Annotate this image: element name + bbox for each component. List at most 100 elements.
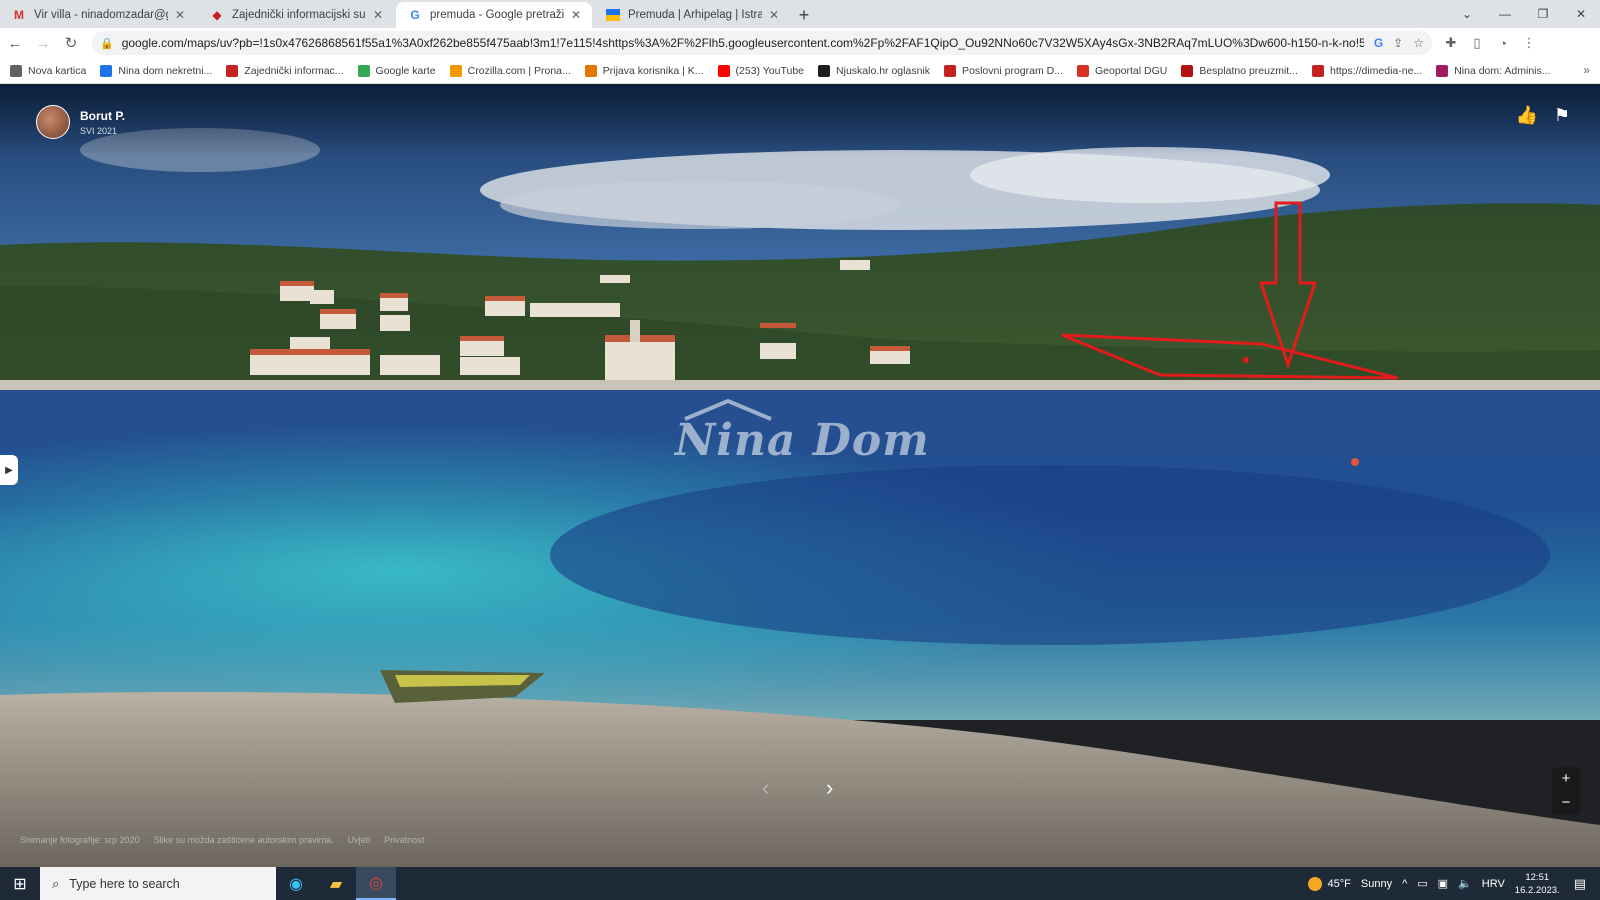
profile-icon[interactable]: ◔ (1490, 30, 1516, 56)
bookmark-item[interactable]: Crozilla.com | Prona... (449, 64, 571, 77)
photo-viewer[interactable]: Borut P. SVI 2021 👍 ⚑ Nina Dom ▶ ‹ › + −… (0, 85, 1600, 867)
bookmark-item[interactable]: (253) YouTube (717, 64, 804, 77)
chrome-icon[interactable]: ◎ (356, 867, 396, 900)
privacy-link[interactable]: Privatnost (384, 835, 424, 845)
minimize-icon[interactable]: — (1486, 0, 1524, 28)
reload-icon[interactable]: ↻ (58, 30, 84, 56)
weather-temp[interactable]: 45°F (1328, 878, 1351, 890)
flag-icon[interactable]: ⚑ (1554, 105, 1570, 126)
bookmark-favicon-icon (584, 64, 597, 77)
tab-google-search[interactable]: G premuda - Google pretraživanje ✕ (396, 2, 592, 28)
close-tab-icon[interactable]: ✕ (568, 8, 584, 22)
bookmarks-more-icon[interactable]: » (1583, 63, 1590, 77)
bookmark-label: Poslovni program D... (962, 64, 1063, 77)
windows-taskbar: ⊞ ⌕ Type here to search ◉ ▰ ◎ 45°F Sunny… (0, 867, 1600, 900)
photo-footer: Snimanje fotografije: srp 2020 Slike su … (20, 835, 438, 845)
author-name[interactable]: Borut P. (80, 109, 125, 123)
bookmark-label: Besplatno preuzmit... (1199, 64, 1298, 77)
bookmark-star-icon[interactable]: ☆ (1413, 36, 1424, 50)
bookmark-favicon-icon (717, 64, 730, 77)
tab-strip: M Vir villa - ninadomzadar@gmail.c ✕ ◆ Z… (0, 0, 1600, 28)
photo-author[interactable]: Borut P. SVI 2021 (36, 105, 125, 139)
photo-capture-date: Snimanje fotografije: srp 2020 (20, 835, 140, 845)
bookmark-label: Nina dom nekretni... (118, 64, 213, 77)
windows-start-icon[interactable]: ⊞ (0, 874, 40, 894)
zoom-out-button[interactable]: − (1552, 791, 1580, 815)
bookmark-item[interactable]: Poslovni program D... (944, 64, 1063, 77)
bookmark-favicon-icon (1181, 64, 1194, 77)
bookmark-label: Geoportal DGU (1094, 64, 1168, 77)
tab-arhipelag[interactable]: Premuda | Arhipelag | Istraži | Tu ✕ (594, 2, 790, 28)
share-icon[interactable]: ⇪ (1393, 36, 1403, 50)
forward-icon[interactable]: → (30, 30, 56, 56)
tab-search-icon[interactable]: ⌄ (1448, 0, 1486, 28)
back-icon[interactable]: ← (2, 30, 28, 56)
bookmark-item[interactable]: Zajednički informac... (226, 64, 344, 77)
tray-chevron-icon[interactable]: ^ (1402, 878, 1407, 890)
language-indicator[interactable]: HRV (1482, 878, 1505, 890)
google-lens-icon[interactable]: G (1374, 36, 1383, 50)
edge-icon[interactable]: ◉ (276, 867, 316, 900)
bookmark-item[interactable]: Nina dom: Adminis... (1436, 64, 1551, 77)
url-text[interactable]: google.com/maps/uv?pb=!1s0x47626868561f5… (122, 36, 1364, 50)
bookmark-favicon-icon (226, 64, 239, 77)
roof-icon (684, 399, 772, 421)
avatar[interactable] (36, 105, 70, 139)
volume-icon[interactable]: 🔈 (1458, 877, 1472, 890)
beach-photo (0, 85, 1600, 867)
file-explorer-icon[interactable]: ▰ (316, 867, 356, 900)
thumbs-up-icon[interactable]: 👍 (1515, 105, 1537, 126)
close-tab-icon[interactable]: ✕ (172, 8, 188, 22)
terms-link[interactable]: Uvjeti (348, 835, 371, 845)
bookmark-item[interactable]: Geoportal DGU (1076, 64, 1168, 77)
extensions-icon[interactable]: ✚ (1438, 30, 1464, 56)
side-panel-icon[interactable]: ▯ (1464, 30, 1490, 56)
close-window-icon[interactable]: ✕ (1562, 0, 1600, 28)
zoom-control: + − (1552, 767, 1580, 815)
bookmark-item[interactable]: Prijava korisnika | K... (584, 64, 704, 77)
next-photo-icon[interactable]: › (826, 775, 833, 801)
watermark-text: Nina Dom (675, 415, 930, 466)
bookmark-label: https://dimedia-ne... (1329, 64, 1423, 77)
bookmarks-bar: Nova kartica Nina dom nekretni... Zajednič… (0, 58, 1600, 84)
meet-icon[interactable]: ▭ (1417, 877, 1427, 890)
close-tab-icon[interactable]: ✕ (766, 8, 782, 22)
bookmark-item[interactable]: Besplatno preuzmit... (1181, 64, 1298, 77)
restore-icon[interactable]: ❐ (1524, 0, 1562, 28)
bookmark-item[interactable]: https://dimedia-ne... (1311, 64, 1423, 77)
watermark-logo: Nina Dom (675, 399, 930, 466)
clock[interactable]: 12:51 16.2.2023. (1515, 871, 1560, 897)
close-tab-icon[interactable]: ✕ (370, 8, 386, 22)
clock-date: 16.2.2023. (1514, 884, 1560, 896)
bookmark-item[interactable]: Njuskalo.hr oglasnik (818, 64, 930, 77)
bookmark-item[interactable]: Google karte (357, 64, 436, 77)
weather-sun-icon[interactable] (1307, 876, 1322, 891)
search-placeholder: Type here to search (69, 876, 180, 891)
tab-cadastre[interactable]: ◆ Zajednički informacijski sustav ze ✕ (198, 2, 394, 28)
gmail-icon: M (14, 8, 24, 22)
tab-title: Vir villa - ninadomzadar@gmail.c (34, 9, 168, 21)
bookmark-favicon-icon (1436, 64, 1449, 77)
bookmark-favicon-icon (1311, 64, 1324, 77)
weather-text[interactable]: Sunny (1361, 878, 1392, 890)
network-icon[interactable]: ▣ (1438, 877, 1448, 890)
viewer-actions: 👍 ⚑ (1499, 105, 1570, 126)
menu-icon[interactable]: ⋮ (1516, 30, 1542, 56)
bookmark-item[interactable]: Nova kartica (10, 64, 86, 77)
taskbar-search[interactable]: ⌕ Type here to search (40, 867, 276, 900)
notifications-icon[interactable]: ▤ (1574, 876, 1586, 892)
address-bar[interactable]: 🔒 google.com/maps/uv?pb=!1s0x47626868561… (92, 31, 1432, 55)
expand-panel-icon[interactable]: ▶ (0, 455, 18, 485)
tab-gmail[interactable]: M Vir villa - ninadomzadar@gmail.c ✕ (0, 2, 196, 28)
search-icon: ⌕ (52, 875, 60, 891)
lock-icon[interactable]: 🔒 (100, 37, 114, 50)
top-shade (0, 85, 1600, 155)
arhipelag-icon (606, 8, 620, 22)
bookmark-item[interactable]: Nina dom nekretni... (100, 64, 213, 77)
zoom-in-button[interactable]: + (1552, 767, 1580, 791)
new-tab-button[interactable]: + (792, 2, 816, 28)
bookmark-favicon-icon (449, 64, 462, 77)
bookmark-label: Crozilla.com | Prona... (467, 64, 571, 77)
bookmark-label: Njuskalo.hr oglasnik (836, 64, 930, 77)
previous-photo-icon[interactable]: ‹ (762, 775, 769, 801)
